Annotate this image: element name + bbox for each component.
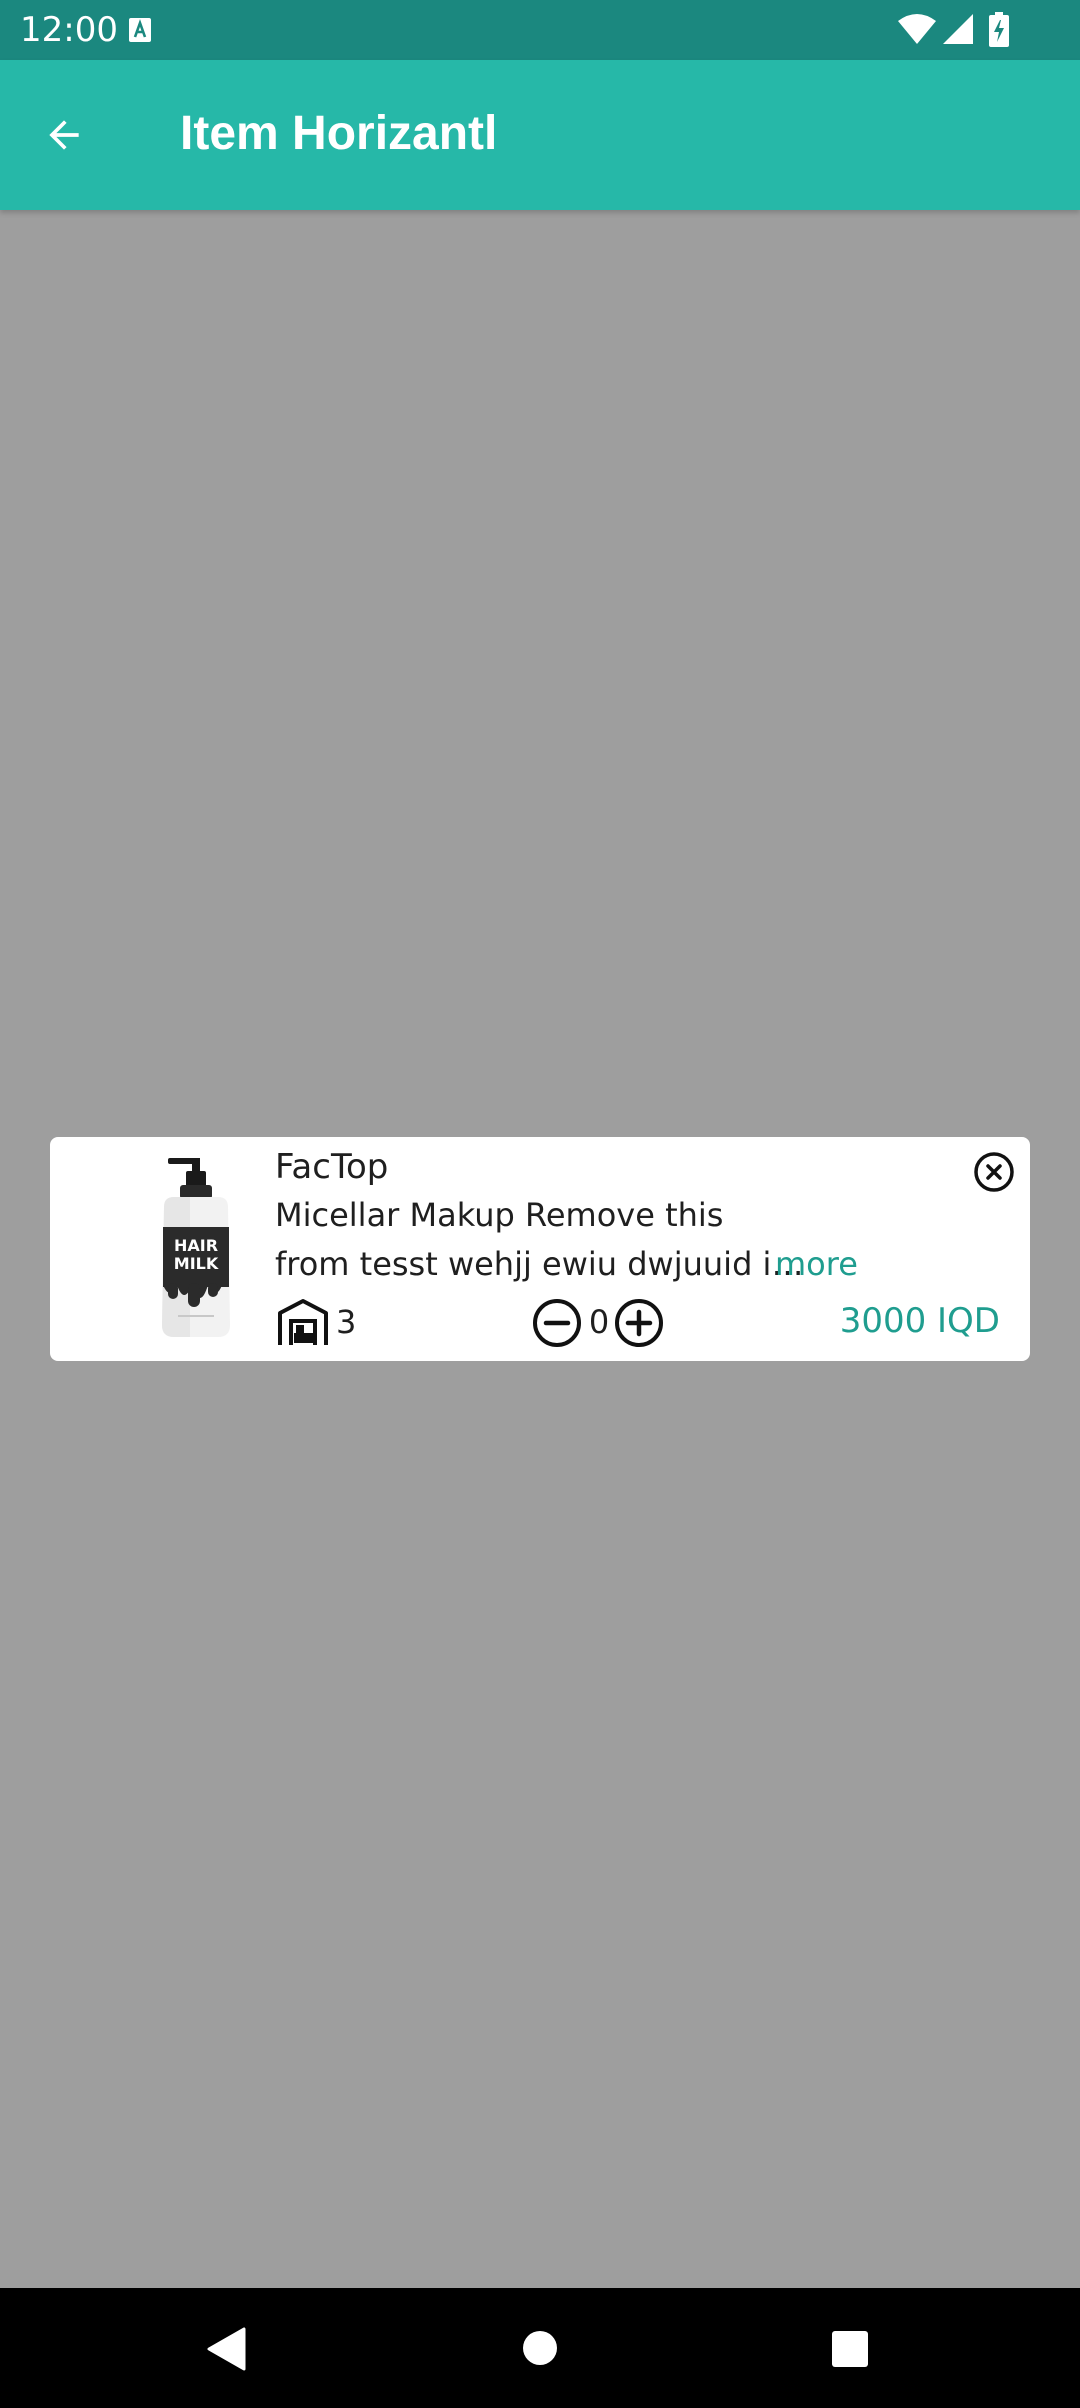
item-description-line-1: Micellar Makup Remove this xyxy=(275,1196,724,1234)
cell-signal-icon xyxy=(943,14,973,44)
back-button[interactable] xyxy=(22,93,106,177)
square-recents-icon[interactable] xyxy=(831,2330,869,2368)
system-nav-bar xyxy=(0,2288,1080,2408)
text-a-icon xyxy=(129,18,151,42)
circle-home-icon[interactable] xyxy=(522,2330,558,2366)
item-title: FacTop xyxy=(275,1147,389,1187)
more-link[interactable]: more xyxy=(775,1242,858,1286)
svg-text:MILK: MILK xyxy=(174,1254,219,1273)
status-bar: 12:00 xyxy=(0,0,1080,60)
stock-count: 3 xyxy=(336,1303,357,1341)
item-description-line-2: from tesst wehjj ewiu dwjuuid i… xyxy=(275,1245,804,1283)
svg-text:HAIR: HAIR xyxy=(174,1236,218,1255)
app-bar: Item Horizantl xyxy=(0,60,1080,210)
quantity-value: 0 xyxy=(588,1303,610,1341)
item-price: 3000 IQD xyxy=(839,1301,1000,1341)
status-time: 12:00 xyxy=(20,10,118,50)
triangle-back-icon[interactable] xyxy=(206,2327,246,2371)
plus-circle-icon[interactable] xyxy=(613,1297,665,1349)
store-icon xyxy=(278,1299,328,1345)
battery-charging-icon xyxy=(989,12,1009,47)
item-card[interactable]: HAIR MILK FacTop Micellar Makup Remove t… xyxy=(50,1137,1030,1361)
arrow-left-icon xyxy=(49,120,79,150)
close-icon[interactable] xyxy=(972,1150,1016,1194)
page-title: Item Horizantl xyxy=(180,107,498,160)
minus-circle-icon[interactable] xyxy=(531,1297,583,1349)
wifi-icon xyxy=(898,14,936,44)
